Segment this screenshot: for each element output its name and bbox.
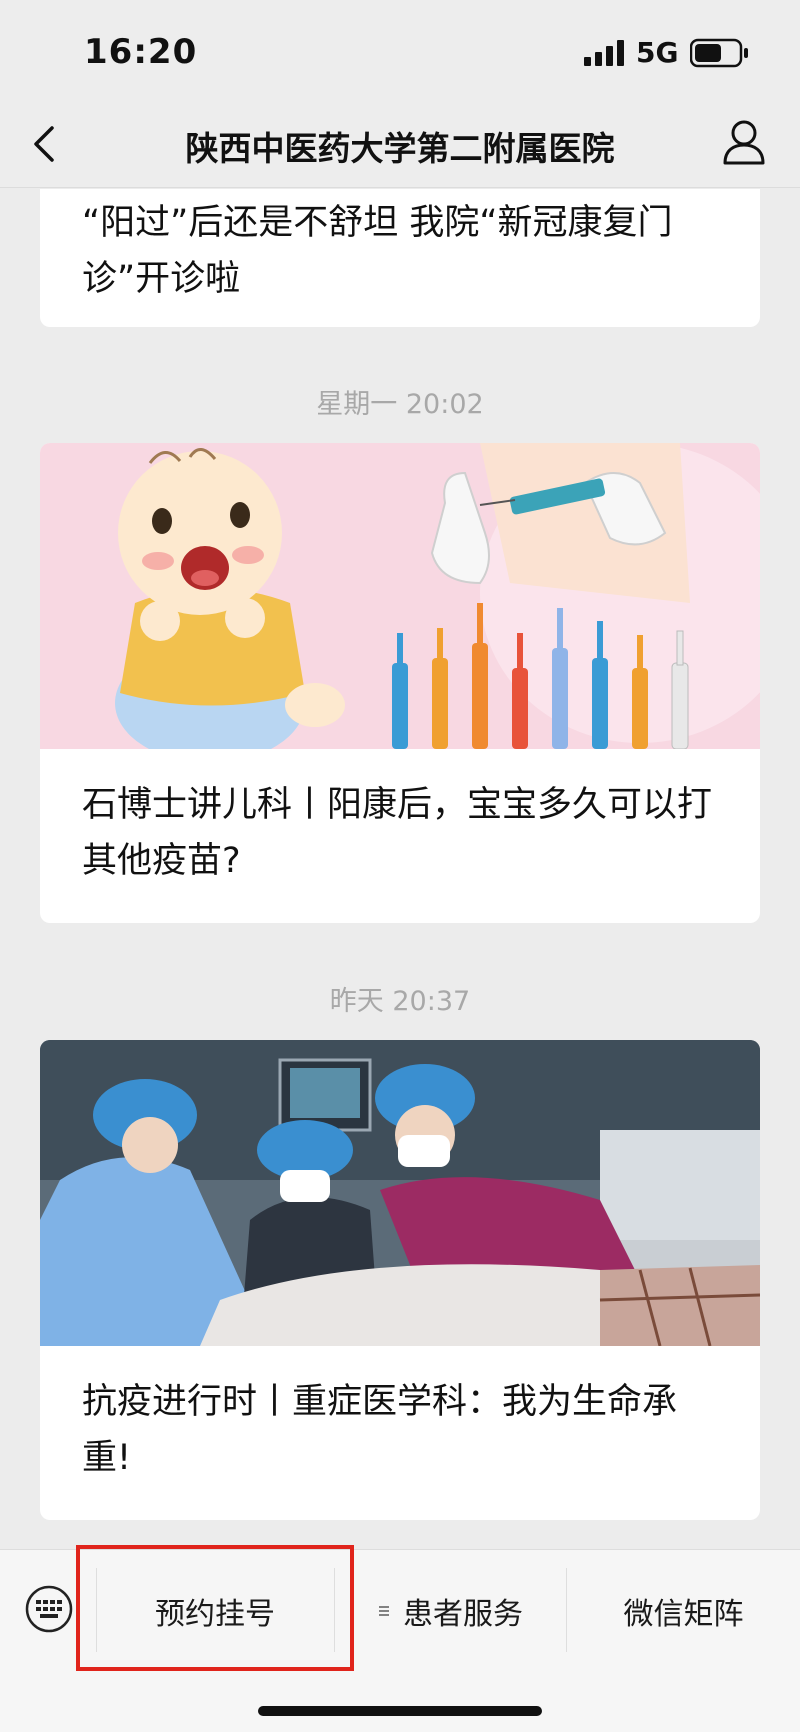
- highlight-box: [76, 1545, 354, 1671]
- menu-item-wechat-matrix[interactable]: 微信矩阵: [567, 1564, 800, 1658]
- message-list: “阳过”后还是不舒坦 我院“新冠康复门诊”开诊啦 星期一 20:02 石博士讲儿…: [0, 189, 800, 1549]
- article-card[interactable]: 石博士讲儿科丨阳康后，宝宝多久可以打其他疫苗?: [40, 443, 760, 923]
- menu-item-patient-services[interactable]: 患者服务: [335, 1564, 565, 1658]
- signal-icon: [584, 40, 624, 66]
- nav-bar: 陕西中医药大学第二附属医院: [0, 100, 800, 188]
- profile-icon[interactable]: [722, 118, 766, 166]
- battery-icon: [690, 38, 748, 68]
- status-time: 16:20: [84, 32, 198, 72]
- status-bar: 16:20 5G: [0, 0, 800, 100]
- page-title: 陕西中医药大学第二附属医院: [185, 129, 615, 168]
- submenu-icon: [379, 1606, 389, 1616]
- article-title: 石博士讲儿科丨阳康后，宝宝多久可以打其他疫苗?: [82, 785, 713, 881]
- article-cover-image: [40, 1040, 760, 1346]
- home-indicator: [258, 1706, 542, 1716]
- menu-item-label: 微信矩阵: [623, 1597, 744, 1632]
- article-card[interactable]: 抗疫进行时丨重症医学科：我为生命承重!: [40, 1040, 760, 1520]
- message-timestamp: 星期一 20:02: [316, 389, 484, 420]
- message-timestamp: 昨天 20:37: [329, 986, 471, 1017]
- network-label: 5G: [636, 36, 679, 69]
- menu-item-label: 患者服务: [403, 1597, 523, 1632]
- keyboard-icon[interactable]: [24, 1584, 74, 1634]
- article-title: “阳过”后还是不舒坦 我院“新冠康复门诊”开诊啦: [82, 203, 673, 299]
- article-card[interactable]: “阳过”后还是不舒坦 我院“新冠康复门诊”开诊啦: [40, 189, 760, 327]
- article-title: 抗疫进行时丨重症医学科：我为生命承重!: [82, 1382, 678, 1478]
- article-cover-image: [40, 443, 760, 749]
